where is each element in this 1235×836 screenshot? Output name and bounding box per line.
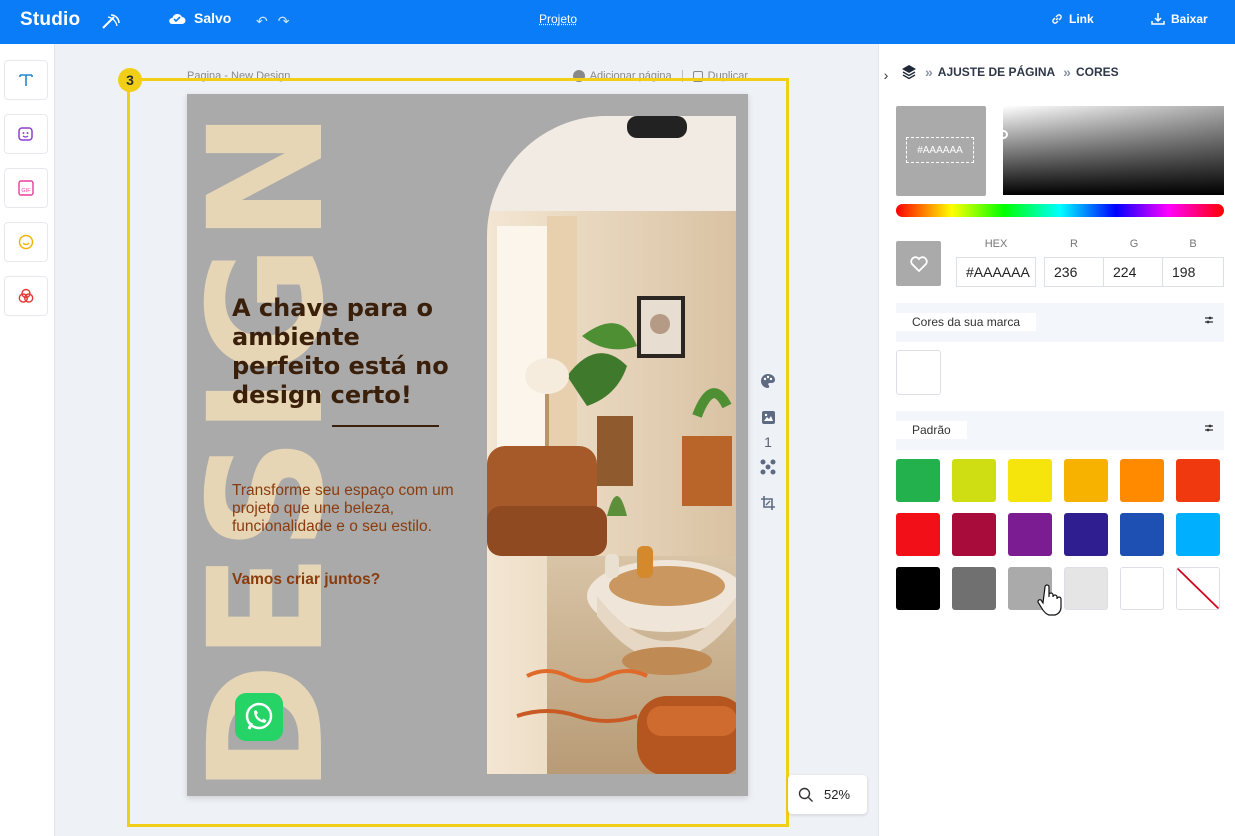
chevron-right-icon: › — [883, 67, 889, 83]
zoom-level: 52% — [824, 787, 851, 802]
cloud-check-icon — [169, 13, 186, 24]
color-swatch[interactable] — [1120, 567, 1164, 610]
color-swatch[interactable] — [896, 459, 940, 502]
text-icon — [19, 74, 33, 86]
shapes-tool-button[interactable] — [4, 276, 48, 316]
magic-wand-icon[interactable] — [100, 11, 122, 33]
color-swatch[interactable] — [1064, 459, 1108, 502]
color-swatch[interactable] — [1176, 459, 1220, 502]
color-swatch[interactable] — [1064, 513, 1108, 556]
palette-icon — [761, 374, 775, 388]
download-label: Baixar — [1171, 12, 1208, 26]
saturation-handle[interactable] — [999, 130, 1008, 139]
r-input[interactable]: 236 — [1044, 257, 1104, 287]
right-panel: › » AJUSTE DE PÁGINA » CORES #AAAAAA HEX… — [878, 44, 1235, 836]
redo-icon[interactable]: ↷ — [278, 13, 290, 30]
selection-badge: 3 — [118, 68, 142, 92]
hex-input[interactable]: #AAAAAA — [956, 257, 1036, 287]
emoji-tool-button[interactable] — [4, 222, 48, 262]
color-swatch[interactable] — [1120, 459, 1164, 502]
breadcrumb-separator-icon: » — [925, 64, 933, 80]
download-button[interactable]: Baixar — [1151, 12, 1208, 26]
page-number: 1 — [764, 434, 772, 450]
brand-colors-section: Cores da sua marca — [896, 303, 1224, 342]
color-preview: #AAAAAA — [896, 106, 986, 196]
breadcrumb: » AJUSTE DE PÁGINA » CORES — [901, 64, 1119, 80]
color-swatch[interactable] — [1008, 459, 1052, 502]
link-label: Link — [1069, 12, 1094, 26]
layers-icon[interactable] — [901, 64, 917, 80]
sliders-icon[interactable] — [1204, 423, 1214, 433]
save-status[interactable]: Salvo — [168, 10, 231, 26]
palette-tool[interactable] — [757, 370, 779, 392]
top-bar: Studio Salvo ↶ ↷ Projeto Link Baixar — [0, 0, 1235, 44]
grid-dots-icon — [760, 459, 776, 475]
page-side-tools: 1 — [757, 370, 779, 528]
image-sticker-icon — [18, 127, 33, 141]
crop-icon — [761, 496, 775, 510]
gif-tool-button[interactable]: GIF — [4, 168, 48, 208]
hand-cursor-icon — [1037, 584, 1062, 616]
hex-label: HEX — [984, 238, 1008, 250]
color-swatch[interactable] — [1064, 567, 1108, 610]
emoji-icon — [18, 234, 34, 250]
background-image-tool[interactable] — [757, 406, 779, 428]
color-swatch[interactable] — [1176, 513, 1220, 556]
color-preview-hex: #AAAAAA — [906, 137, 974, 163]
crop-tool[interactable] — [757, 492, 779, 514]
save-favorite-color-button[interactable] — [896, 241, 941, 286]
svg-text:GIF: GIF — [21, 188, 31, 194]
default-colors-section: Padrão — [896, 411, 1224, 450]
collapse-panel-button[interactable]: › — [879, 58, 893, 92]
download-icon — [1151, 13, 1165, 25]
saturation-picker[interactable] — [999, 106, 1224, 195]
b-label: B — [1189, 238, 1197, 250]
sticker-tool-button[interactable] — [4, 114, 48, 154]
save-status-label: Salvo — [194, 10, 232, 26]
shapes-icon — [18, 288, 34, 303]
left-toolbar: GIF — [0, 44, 55, 836]
selection-frame[interactable] — [127, 78, 789, 827]
heart-icon — [909, 255, 928, 272]
project-title[interactable]: Projeto — [539, 12, 577, 26]
text-tool-button[interactable] — [4, 60, 48, 100]
swatch-transparent[interactable] — [1176, 567, 1220, 610]
link-icon — [1052, 14, 1062, 24]
color-swatch[interactable] — [1008, 513, 1052, 556]
brand-logo[interactable]: Studio — [20, 9, 80, 31]
r-label: R — [1070, 238, 1078, 250]
breadcrumb-page-settings[interactable]: AJUSTE DE PÁGINA — [938, 65, 1055, 79]
default-colors-title: Padrão — [896, 421, 967, 439]
undo-icon[interactable]: ↶ — [256, 13, 268, 30]
undo-redo-group: ↶ ↷ — [256, 13, 289, 30]
grid-tool[interactable] — [757, 456, 779, 478]
gif-icon: GIF — [18, 180, 34, 196]
search-icon — [798, 787, 813, 802]
link-button[interactable]: Link — [1051, 12, 1094, 26]
brand-colors-title: Cores da sua marca — [896, 313, 1037, 331]
sliders-icon[interactable] — [1204, 315, 1214, 325]
g-input[interactable]: 224 — [1104, 257, 1163, 287]
color-swatch[interactable] — [896, 567, 940, 610]
breadcrumb-colors[interactable]: CORES — [1076, 65, 1119, 79]
color-swatch[interactable] — [1120, 513, 1164, 556]
brand-color-slot[interactable] — [896, 350, 941, 395]
image-icon — [761, 410, 775, 424]
color-swatch[interactable] — [952, 567, 996, 610]
color-swatch[interactable] — [896, 513, 940, 556]
color-swatch[interactable] — [952, 459, 996, 502]
b-input[interactable]: 198 — [1163, 257, 1224, 287]
color-swatch[interactable] — [952, 513, 996, 556]
breadcrumb-separator-icon: » — [1063, 64, 1071, 80]
g-label: G — [1129, 238, 1139, 250]
hue-slider[interactable] — [896, 204, 1224, 217]
zoom-control[interactable]: 52% — [788, 775, 867, 814]
